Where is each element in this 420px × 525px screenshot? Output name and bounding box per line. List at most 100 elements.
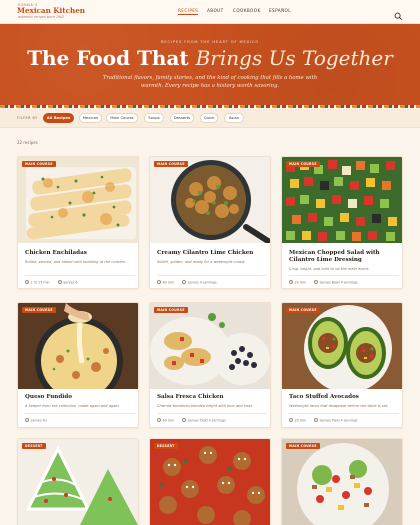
brand-logo[interactable]: Mexican Kitchen [17,6,85,15]
time-info: 1 hr 15 min [25,280,50,285]
filter-chip-soups[interactable]: Soups [144,113,164,123]
person-icon [25,418,29,422]
time-info: 20 min [289,280,306,285]
filter-chip-desserts[interactable]: Desserts [170,113,194,123]
recipe-title[interactable]: Queso Fundido [25,394,135,401]
brand-tagline: authentic recipes since 1962 [18,15,65,19]
nav-recipes[interactable]: RECIPES [178,8,199,15]
recipe-card[interactable]: Main Course Mexican Chopped Salad with C… [281,156,403,289]
time-value: 20 min [294,280,306,285]
person-icon [57,280,62,284]
recipe-description: Charred tomatoes blended bright with lim… [157,404,254,408]
recipe-photo-salsa-chicken [150,303,270,389]
serves-info: Serves 6+ [25,418,48,423]
serves-value: Serves Yield 4 servings [187,418,226,423]
nav-espanol[interactable]: ESPAÑOL [269,8,291,13]
time-value: 1 hr 15 min [30,280,50,285]
recipe-card[interactable]: Dessert [17,438,139,525]
category-badge: Main Course [154,161,188,167]
person-icon [314,280,319,284]
search-icon [394,12,403,21]
serves-value: Serves Bowl 4 servings [319,280,358,285]
recipe-photo-queso-fundido [18,303,138,389]
filter-chip-mexican[interactable]: Mexican [79,113,102,123]
filter-chip-main-course[interactable]: Main Course [106,113,138,123]
recipe-card[interactable]: Main Course Chicken Enchiladas Rolled, s… [17,156,139,289]
recipe-description: Rolled, sauced, and baked until bubbling… [25,260,127,264]
serves-info: Serves Bowl 4 servings [314,280,358,285]
recipe-card[interactable]: Main Course Queso Fundido A keeper from … [17,302,139,428]
recipe-photo-cobb-salad [282,439,402,525]
recipe-meta: 1 hr 15 min Serves 6 [25,275,135,285]
recipe-meta: 40 min Serves Yield 4 servings [157,413,267,423]
category-badge: Main Course [154,307,188,313]
recipe-card[interactable]: Main Course Creamy Cilantro Lime Chicken… [149,156,271,289]
filter-chip-all[interactable]: All Recipes [43,113,74,123]
recipe-title[interactable]: Taco Stuffed Avocados [289,394,399,401]
recipe-description: A keeper from the collection, made again… [25,404,120,408]
recipe-title[interactable]: Chicken Enchiladas [25,250,135,257]
recipe-description: Crisp, bright, and built to be the main … [289,267,370,271]
recipe-meta: 20 min Serves Bowl 4 servings [289,275,399,285]
clock-icon [157,418,161,422]
filter-chip-quick[interactable]: Quick [200,113,218,123]
category-badge: Dessert [154,443,178,449]
time-value: 40 min [162,418,174,423]
recipe-card[interactable]: Main Course Salsa Fresca Chicken Charred… [149,302,271,428]
recipe-meta: 20 min Serves Yield 4 servings [289,413,399,423]
category-badge: Main Course [22,161,56,167]
decorative-stripe-bottom [0,105,420,108]
hero-title-plain: The Food That [27,46,196,70]
serves-info: Serves 6 [57,280,78,285]
recipe-card[interactable]: Dessert [149,438,271,525]
time-info: 40 min [157,280,174,285]
recipe-description: Skillet, golden, and ready for a weeknig… [157,260,246,264]
clock-icon [25,280,29,284]
hero-title-italic: Brings Us Together [195,46,393,70]
hero-subtitle: Traditional flavors, family stories, and… [102,75,318,89]
clock-icon [157,280,161,284]
filter-bar: Filter by All Recipes Mexican Main Cours… [0,109,420,128]
category-badge: Main Course [286,161,320,167]
time-info: 20 min [289,418,306,423]
recipe-photo-enchiladas [18,157,138,243]
recipe-photo-chopped-salad [282,157,402,243]
filter-label: Filter by [17,116,38,120]
clock-icon [289,418,293,422]
recipe-title[interactable]: Creamy Cilantro Lime Chicken [157,250,267,257]
hero-title: The Food That Brings Us Together [0,46,420,70]
category-badge: Main Course [286,443,320,449]
category-badge: Main Course [286,307,320,313]
recipe-title[interactable]: Salsa Fresca Chicken [157,394,267,401]
time-info: 40 min [157,418,174,423]
serves-value: Serves 6 [63,280,78,285]
category-badge: Dessert [22,443,46,449]
recipe-card[interactable]: Main Course [281,438,403,525]
recipe-photo-gingerbread [150,439,270,525]
clock-icon [289,280,293,284]
search-button[interactable] [394,6,403,21]
serves-info: Serves Yield 4 servings [314,418,358,423]
recipe-description: Weeknight tacos that disappear before th… [289,404,389,408]
nav-about[interactable]: ABOUT [207,8,224,13]
serves-info: Serves 4 servings [182,280,217,285]
recipe-title[interactable]: Mexican Chopped Salad with Cilantro Lime… [289,250,399,264]
recipe-meta: 40 min Serves 4 servings [157,275,267,285]
recipe-photo-stuffed-avocados [282,303,402,389]
recipe-photo-cilantro-chicken [150,157,270,243]
nav-cookbook[interactable]: COOKBOOK [233,8,261,13]
site-header: Hanna's Mexican Kitchen authentic recipe… [0,0,420,24]
recipe-count: 22 recipes [17,140,38,145]
hero-banner: Recipes from the heart of Mexico The Foo… [0,24,420,106]
filter-chip-asian[interactable]: Asian [224,113,244,123]
category-badge: Main Course [22,307,56,313]
serves-info: Serves Yield 4 servings [182,418,226,423]
person-icon [182,418,187,422]
serves-value: Serves Yield 4 servings [319,418,358,423]
person-icon [182,280,187,284]
time-value: 40 min [162,280,174,285]
recipe-photo-tree-cookies [18,439,138,525]
recipe-card[interactable]: Main Course Taco Stuffed Avocados Weekni… [281,302,403,428]
recipe-meta: Serves 6+ [25,413,135,423]
time-value: 20 min [294,418,306,423]
